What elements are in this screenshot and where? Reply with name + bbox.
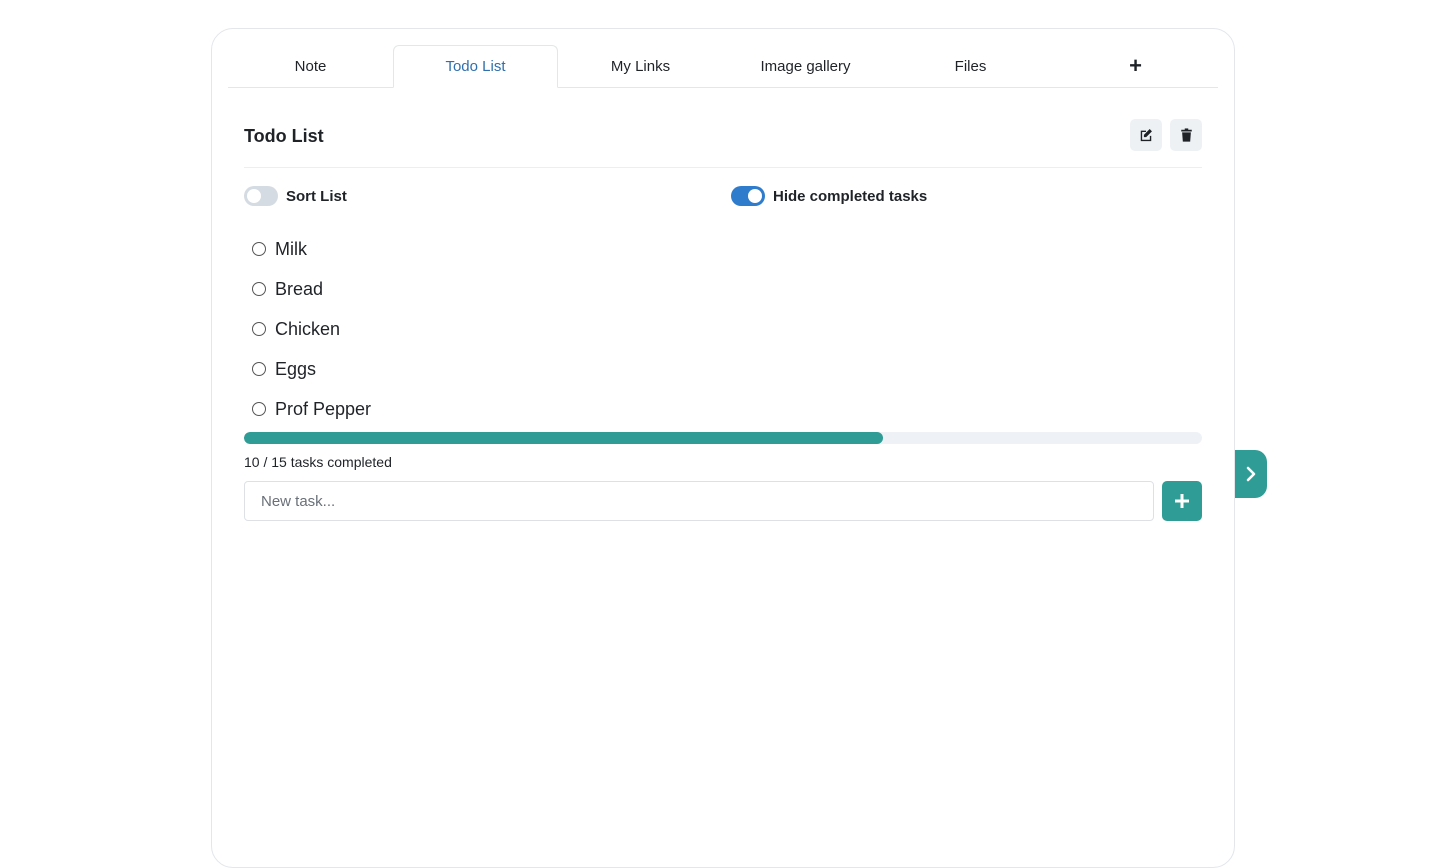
task-label: Prof Pepper bbox=[275, 398, 372, 419]
hide-completed-toggle[interactable] bbox=[731, 186, 765, 206]
todo-card: Note Todo List My Links Image gallery Fi… bbox=[211, 28, 1235, 868]
progress-bar bbox=[244, 432, 1202, 444]
add-tab-button[interactable]: + bbox=[1053, 45, 1218, 87]
list-item[interactable]: Eggs bbox=[252, 349, 371, 389]
plus-icon bbox=[1175, 494, 1189, 508]
task-checkbox[interactable] bbox=[252, 362, 266, 376]
task-label: Eggs bbox=[275, 358, 317, 379]
delete-button[interactable] bbox=[1170, 119, 1202, 151]
task-label: Bread bbox=[275, 278, 324, 299]
tab-todo-list[interactable]: Todo List bbox=[393, 45, 558, 88]
list-item[interactable]: Bread bbox=[252, 269, 371, 309]
task-checkbox[interactable] bbox=[252, 282, 266, 296]
tab-bar: Note Todo List My Links Image gallery Fi… bbox=[228, 45, 1218, 88]
progress-text: 10 / 15 tasks completed bbox=[244, 454, 392, 470]
task-checkbox[interactable] bbox=[252, 242, 266, 256]
trash-icon bbox=[1180, 128, 1192, 142]
progress-fill bbox=[244, 432, 883, 444]
hide-completed-label: Hide completed tasks bbox=[773, 187, 928, 205]
list-item[interactable]: Milk bbox=[252, 229, 371, 269]
hide-toggle-row: Hide completed tasks bbox=[731, 185, 927, 207]
tab-files[interactable]: Files bbox=[888, 45, 1053, 87]
task-label: Chicken bbox=[275, 318, 341, 339]
new-task-input[interactable] bbox=[244, 481, 1154, 521]
chevron-right-icon bbox=[1246, 466, 1256, 482]
list-item[interactable]: Chicken bbox=[252, 309, 371, 349]
sort-list-toggle[interactable] bbox=[244, 186, 278, 206]
edit-icon bbox=[1140, 129, 1152, 142]
list-item[interactable]: Prof Pepper bbox=[252, 389, 371, 429]
tab-note[interactable]: Note bbox=[228, 45, 393, 87]
edit-button[interactable] bbox=[1130, 119, 1162, 151]
add-task-button[interactable] bbox=[1162, 481, 1202, 521]
sort-list-label: Sort List bbox=[286, 187, 347, 205]
tab-my-links[interactable]: My Links bbox=[558, 45, 723, 87]
expand-sidebar-button[interactable] bbox=[1235, 450, 1267, 498]
task-list: Milk Bread Chicken Eggs Prof Pepper bbox=[252, 229, 371, 429]
list-header: Todo List bbox=[244, 119, 1202, 168]
tab-image-gallery[interactable]: Image gallery bbox=[723, 45, 888, 87]
task-checkbox[interactable] bbox=[252, 322, 266, 336]
sort-toggle-row: Sort List bbox=[244, 185, 347, 207]
page-title: Todo List bbox=[244, 126, 324, 146]
task-label: Milk bbox=[275, 238, 307, 259]
task-checkbox[interactable] bbox=[252, 402, 266, 416]
